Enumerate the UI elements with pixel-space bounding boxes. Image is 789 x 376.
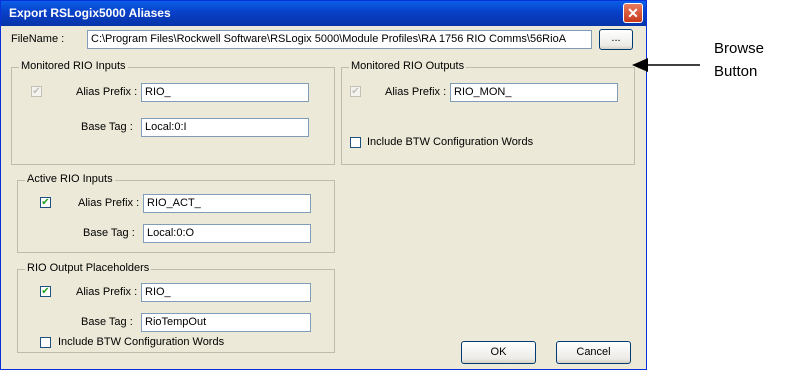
monitored-inputs-alias-prefix-label: Alias Prefix : [76,86,138,98]
annotation-line1: Browse [714,40,765,57]
output-placeholders-alias-prefix-input[interactable]: RIO_ [141,283,311,302]
monitored-outputs-btw-checkbox[interactable] [350,137,361,148]
checkmark-icon: ✔ [351,86,360,97]
monitored-inputs-alias-prefix-input[interactable]: RIO_ [141,83,309,102]
active-inputs-alias-prefix-label: Alias Prefix : [78,197,140,209]
monitored-inputs-base-tag-input[interactable]: Local:0:I [141,118,309,137]
monitored-inputs-title: Monitored RIO Inputs [19,60,128,72]
annotation-arrow [632,58,700,72]
close-icon: ✕ [627,5,639,21]
active-inputs-checkbox[interactable]: ✔ [40,197,51,208]
output-placeholders-btw-label: Include BTW Configuration Words [58,336,225,348]
checkmark-icon: ✔ [41,197,50,208]
active-inputs-title: Active RIO Inputs [25,173,115,185]
monitored-outputs-checkbox[interactable]: ✔ [350,86,361,97]
monitored-outputs-alias-prefix-label: Alias Prefix : [385,86,447,98]
filename-label: FileName : [11,33,65,45]
filename-field[interactable]: C:\Program Files\Rockwell Software\RSLog… [87,30,592,49]
output-placeholders-base-tag-input[interactable]: RioTempOut [141,313,311,332]
browse-button[interactable]: ... [599,29,633,50]
title-bar[interactable]: Export RSLogix5000 Aliases ✕ [1,1,646,26]
output-placeholders-alias-prefix-label: Alias Prefix : [76,286,138,298]
output-placeholders-btw-checkbox[interactable] [40,337,51,348]
monitored-outputs-alias-prefix-input[interactable]: RIO_MON_ [450,83,618,102]
annotation-line2: Button [714,63,758,80]
close-button[interactable]: ✕ [623,3,643,23]
output-placeholders-base-tag-label: Base Tag : [81,316,133,328]
active-inputs-alias-prefix-input[interactable]: RIO_ACT_ [143,194,311,213]
monitored-inputs-group: Monitored RIO Inputs [11,60,335,165]
active-inputs-base-tag-input[interactable]: Local:0:O [143,224,311,243]
cancel-button[interactable]: Cancel [556,341,631,364]
window-title: Export RSLogix5000 Aliases [9,6,171,20]
ok-button[interactable]: OK [461,341,536,364]
output-placeholders-title: RIO Output Placeholders [25,262,152,274]
checkmark-icon: ✔ [41,286,50,297]
checkmark-icon: ✔ [32,86,41,97]
output-placeholders-checkbox[interactable]: ✔ [40,286,51,297]
monitored-inputs-checkbox[interactable]: ✔ [31,86,42,97]
monitored-inputs-base-tag-label: Base Tag : [81,121,133,133]
export-dialog: Export RSLogix5000 Aliases ✕ FileName : … [0,0,647,370]
active-inputs-base-tag-label: Base Tag : [83,227,135,239]
monitored-outputs-group: Monitored RIO Outputs [341,60,635,165]
monitored-outputs-btw-label: Include BTW Configuration Words [367,136,534,148]
monitored-outputs-title: Monitored RIO Outputs [349,60,467,72]
